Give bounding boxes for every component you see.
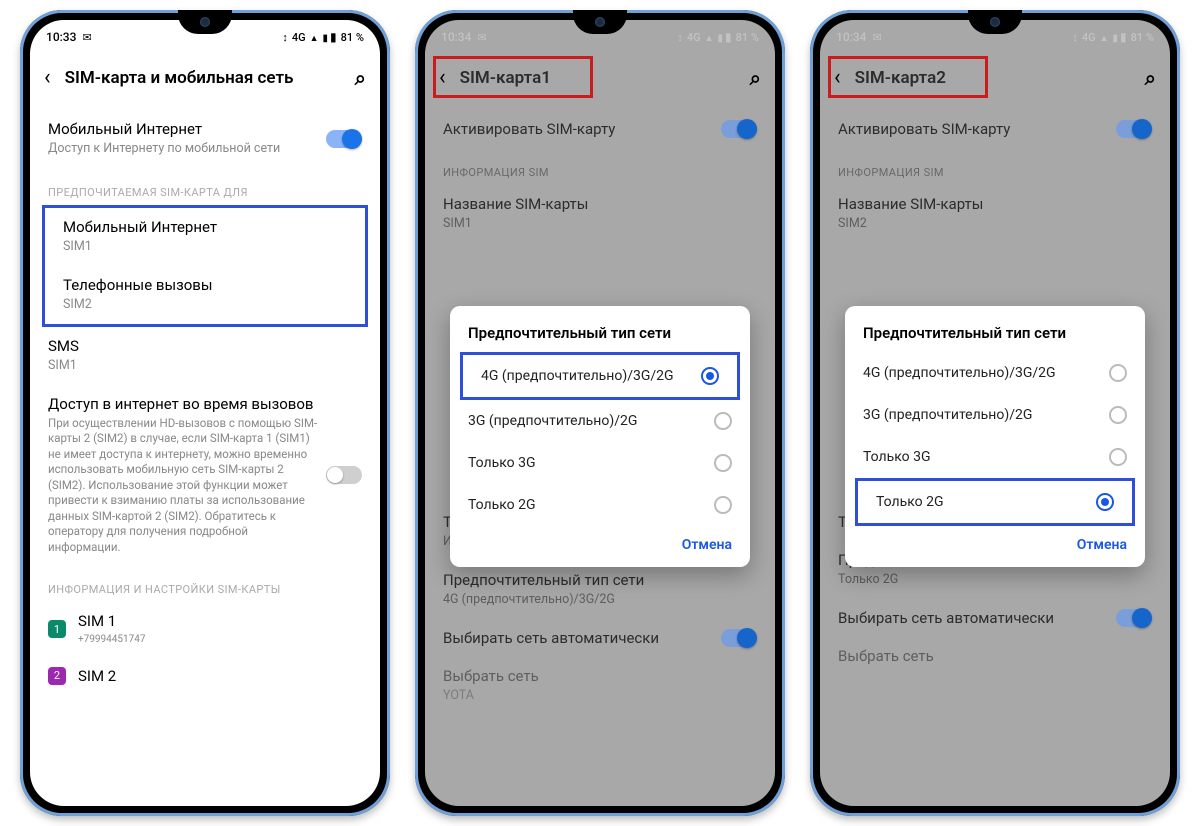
front-camera bbox=[595, 17, 605, 27]
back-button[interactable]: ‹ bbox=[44, 67, 51, 89]
during-calls-toggle[interactable] bbox=[326, 466, 362, 484]
signal-icon bbox=[323, 31, 327, 44]
phone-frame-2: 10:34 4G 81 % ‹ SIM-карта1 ⌕ Активироват… bbox=[415, 10, 785, 816]
dialog-title: Предпочтительный тип сети bbox=[845, 324, 1145, 352]
pref-sms-row[interactable]: SMS SIM1 bbox=[30, 327, 380, 385]
front-camera bbox=[200, 17, 210, 27]
mobile-internet-toggle[interactable] bbox=[326, 130, 362, 148]
wifi-icon bbox=[310, 31, 319, 44]
network-type-dialog: Предпочтительный тип сети 4G (предпочтит… bbox=[845, 306, 1145, 567]
mobile-internet-label: Мобильный Интернет bbox=[48, 120, 362, 138]
option-3g[interactable]: Только 3G bbox=[845, 436, 1145, 478]
clock: 10:33 bbox=[46, 30, 76, 44]
battery-icon bbox=[330, 30, 337, 44]
radio-icon bbox=[714, 412, 732, 430]
radio-icon bbox=[714, 454, 732, 472]
highlight-box: Мобильный Интернет SIM1 Телефонные вызов… bbox=[42, 205, 368, 327]
sim1-row[interactable]: 1 SIM 1 +79994451747 bbox=[30, 602, 380, 657]
cancel-button[interactable]: Отмена bbox=[1077, 537, 1127, 553]
network-label: 4G bbox=[292, 31, 306, 44]
phone-frame-3: 10:34 4G 81 % ‹ SIM-карта2 ⌕ Активироват… bbox=[810, 10, 1180, 816]
cancel-button[interactable]: Отмена bbox=[682, 537, 732, 553]
phone-frame-1: 10:33 4G 81 % ‹ SIM-карта и мобильная се… bbox=[20, 10, 390, 816]
radio-icon bbox=[1109, 448, 1127, 466]
radio-icon bbox=[1096, 493, 1114, 511]
mobile-internet-row[interactable]: Мобильный Интернет Доступ к Интернету по… bbox=[30, 110, 380, 168]
radio-icon bbox=[714, 496, 732, 514]
preferred-sim-header: ПРЕДПОЧИТАЕМАЯ SIM-КАРТА ДЛЯ bbox=[30, 168, 380, 205]
internet-during-calls-row[interactable]: Доступ в интернет во время вызовов При о… bbox=[30, 385, 380, 566]
radio-icon bbox=[1109, 406, 1127, 424]
sim2-chip-icon: 2 bbox=[48, 667, 66, 685]
search-button[interactable]: ⌕ bbox=[355, 66, 366, 90]
network-type-dialog: Предпочтительный тип сети 4G (предпочтит… bbox=[450, 306, 750, 567]
pref-calls-row[interactable]: Телефонные вызовы SIM2 bbox=[45, 266, 365, 324]
option-2g[interactable]: Только 2G bbox=[855, 478, 1135, 526]
mobile-internet-sub: Доступ к Интернету по мобильной сети bbox=[48, 141, 362, 158]
option-4g[interactable]: 4G (предпочтительно)/3G/2G bbox=[460, 352, 740, 400]
sim1-chip-icon: 1 bbox=[48, 620, 66, 638]
option-4g[interactable]: 4G (предпочтительно)/3G/2G bbox=[845, 352, 1145, 394]
sim-info-header: ИНФОРМАЦИЯ И НАСТРОЙКИ SIM-КАРТЫ bbox=[30, 565, 380, 602]
dialog-overlay[interactable]: Предпочтительный тип сети 4G (предпочтит… bbox=[425, 20, 775, 806]
data-icon bbox=[282, 31, 288, 44]
option-3g2g[interactable]: 3G (предпочтительно)/2G bbox=[845, 394, 1145, 436]
front-camera bbox=[990, 17, 1000, 27]
dialog-overlay[interactable]: Предпочтительный тип сети 4G (предпочтит… bbox=[820, 20, 1170, 806]
option-3g2g[interactable]: 3G (предпочтительно)/2G bbox=[450, 400, 750, 442]
battery-pct: 81 % bbox=[341, 31, 364, 44]
option-2g[interactable]: Только 2G bbox=[450, 484, 750, 526]
dialog-title: Предпочтительный тип сети bbox=[450, 324, 750, 352]
sim2-row[interactable]: 2 SIM 2 bbox=[30, 657, 380, 695]
radio-icon bbox=[1109, 364, 1127, 382]
option-3g[interactable]: Только 3G bbox=[450, 442, 750, 484]
radio-icon bbox=[701, 367, 719, 385]
page-title: SIM-карта и мобильная сеть bbox=[65, 68, 341, 88]
pref-internet-row[interactable]: Мобильный Интернет SIM1 bbox=[45, 208, 365, 266]
app-bar: ‹ SIM-карта и мобильная сеть ⌕ bbox=[30, 54, 380, 102]
notification-icon bbox=[82, 30, 91, 44]
